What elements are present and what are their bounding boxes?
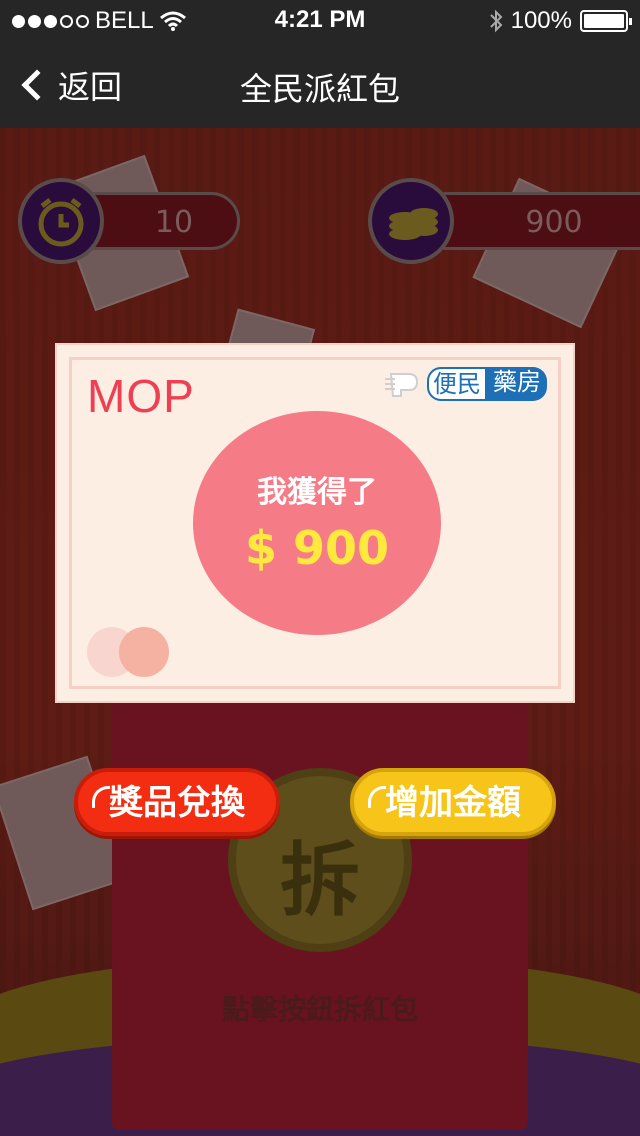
prize-amount: $ 900 (244, 521, 390, 575)
button-shine-decoration (368, 786, 386, 808)
currency-label: MOP (87, 370, 195, 422)
status-right-group: 100% (489, 7, 632, 35)
card-chip-decoration (119, 627, 169, 677)
page-title: 全民派紅包 (239, 70, 400, 108)
brand-name-part2: 藥房 (487, 367, 547, 401)
redeem-prize-button[interactable]: 獎品兌換 (74, 768, 280, 836)
pharmacy-logo-icon (385, 373, 419, 397)
add-amount-label: 增加金額 (385, 783, 521, 823)
brand-name: 便民 藥房 (427, 367, 547, 401)
status-bar: BELL 4:21 PM 100% (0, 0, 640, 40)
battery-icon (580, 10, 632, 32)
navigation-bar: 返回 全民派紅包 (0, 40, 640, 128)
button-shine-decoration (92, 786, 110, 808)
brand-name-part1: 便民 (427, 367, 487, 401)
prize-modal: MOP 便民 藥房 我獲得了 $ 900 (55, 343, 575, 703)
battery-percent: 100% (510, 7, 572, 34)
redeem-prize-label: 獎品兌換 (109, 783, 245, 823)
brand-logo: 便民 藥房 (383, 367, 547, 401)
bluetooth-icon (489, 9, 503, 33)
add-amount-button[interactable]: 增加金額 (350, 768, 556, 836)
prize-title: 我獲得了 (257, 475, 377, 510)
prize-circle: 我獲得了 $ 900 (193, 411, 441, 635)
